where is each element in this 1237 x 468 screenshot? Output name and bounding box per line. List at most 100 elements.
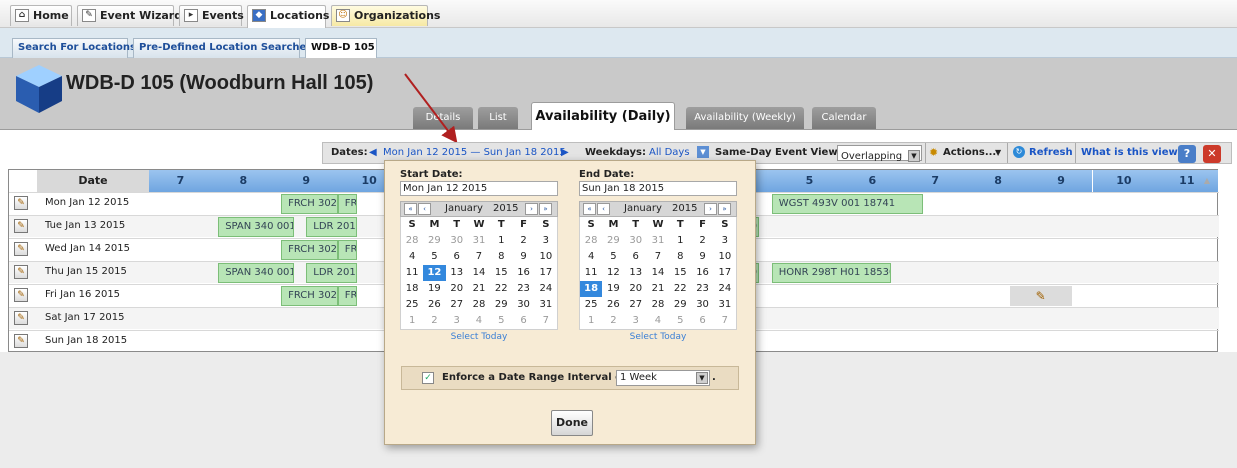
calendar-day[interactable]: 10 xyxy=(714,249,736,265)
enforce-interval-checkbox[interactable]: ✓ xyxy=(422,372,434,384)
calendar-day[interactable]: 5 xyxy=(602,249,624,265)
calendar-day[interactable]: 14 xyxy=(647,265,669,281)
calendar-day[interactable]: 31 xyxy=(714,297,736,313)
calendar-day[interactable]: 8 xyxy=(490,249,512,265)
prev-year-icon[interactable]: « xyxy=(583,203,596,215)
calendar-day[interactable]: 22 xyxy=(490,281,512,297)
calendar-day[interactable]: 1 xyxy=(580,313,602,329)
edit-icon[interactable]: ✎ xyxy=(14,242,28,256)
same-day-view-select[interactable]: Overlapping ▼ xyxy=(837,145,922,162)
edit-icon[interactable]: ✎ xyxy=(14,311,28,325)
calendar-day[interactable]: 5 xyxy=(669,313,691,329)
calendar-day[interactable]: 20 xyxy=(625,281,647,297)
next-year-icon[interactable]: » xyxy=(539,203,552,215)
calendar-day[interactable]: 6 xyxy=(512,313,534,329)
calendar-day[interactable]: 9 xyxy=(691,249,713,265)
calendar-day[interactable]: 7 xyxy=(714,313,736,329)
calendar-day[interactable]: 25 xyxy=(580,297,602,313)
end-date-input[interactable]: Sun Jan 18 2015 xyxy=(579,181,737,196)
calendar-day[interactable]: 29 xyxy=(423,233,445,249)
weekdays-select[interactable]: All Days xyxy=(649,147,690,158)
calendar-day[interactable]: 11 xyxy=(401,265,423,281)
calendar-day[interactable]: 22 xyxy=(669,281,691,297)
calendar-day[interactable]: 31 xyxy=(468,233,490,249)
calendar-day[interactable]: 15 xyxy=(669,265,691,281)
calendar-day[interactable]: 18 xyxy=(580,281,603,297)
calendar-day[interactable]: 26 xyxy=(602,297,624,313)
calendar-day[interactable]: 24 xyxy=(714,281,736,297)
calendar-day[interactable]: 4 xyxy=(647,313,669,329)
calendar-day[interactable]: 23 xyxy=(691,281,713,297)
calendar-day[interactable]: 11 xyxy=(580,265,602,281)
calendar-day[interactable]: 6 xyxy=(625,249,647,265)
subtab-current-location[interactable]: WDB-D 105 xyxy=(305,38,377,59)
calendar-day[interactable]: 2 xyxy=(512,233,534,249)
calendar-day[interactable]: 3 xyxy=(535,233,557,249)
calendar-day[interactable]: 17 xyxy=(535,265,557,281)
calendar-day[interactable]: 2 xyxy=(602,313,624,329)
next-month-icon[interactable]: › xyxy=(704,203,717,215)
tab-event-wizard[interactable]: ✎ Event Wizard xyxy=(77,5,182,26)
date-range-link[interactable]: Mon Jan 12 2015 — Sun Jan 18 2015 xyxy=(383,147,566,158)
calendar-day[interactable]: 14 xyxy=(468,265,490,281)
calendar-day[interactable]: 7 xyxy=(535,313,557,329)
view-tab-calendar[interactable]: Calendar xyxy=(812,107,876,129)
edit-icon[interactable]: ✎ xyxy=(14,196,28,210)
calendar-day[interactable]: 7 xyxy=(468,249,490,265)
calendar-day[interactable]: 2 xyxy=(691,233,713,249)
event-block[interactable]: SPAN 340 001 xyxy=(218,217,294,237)
calendar-day[interactable]: 10 xyxy=(535,249,557,265)
help-icon[interactable]: ? xyxy=(1178,145,1196,163)
calendar-day[interactable]: 30 xyxy=(625,233,647,249)
actions-menu[interactable]: Actions... xyxy=(943,147,996,158)
done-button[interactable]: Done xyxy=(551,410,593,436)
calendar-day[interactable]: 30 xyxy=(691,297,713,313)
event-block[interactable]: FRCH 302 xyxy=(281,286,338,306)
next-dates-icon[interactable]: ▶ xyxy=(561,147,569,158)
start-date-input[interactable]: Mon Jan 12 2015 xyxy=(400,181,558,196)
calendar-day[interactable]: 24 xyxy=(535,281,557,297)
calendar-day[interactable]: 19 xyxy=(602,281,624,297)
calendar-day[interactable]: 9 xyxy=(512,249,534,265)
calendar-day[interactable]: 15 xyxy=(490,265,512,281)
calendar-day[interactable]: 4 xyxy=(401,249,423,265)
calendar-day[interactable]: 12 xyxy=(602,265,624,281)
refresh-button[interactable]: Refresh xyxy=(1029,147,1073,158)
calendar-day[interactable]: 31 xyxy=(647,233,669,249)
calendar-day[interactable]: 16 xyxy=(691,265,713,281)
event-block[interactable]: LDR 201 xyxy=(306,263,357,283)
event-block[interactable]: SPAN 340 001 xyxy=(218,263,294,283)
event-block[interactable]: FRCH 302 xyxy=(337,194,357,214)
calendar-day[interactable]: 28 xyxy=(401,233,423,249)
start-select-today-link[interactable]: Select Today xyxy=(400,332,558,342)
interval-select[interactable]: 1 Week ▼ xyxy=(616,370,710,386)
subtab-predefined-location-searches[interactable]: Pre-Defined Location Searches xyxy=(133,38,312,58)
tab-home[interactable]: ⌂ Home xyxy=(10,5,72,26)
calendar-day[interactable]: 28 xyxy=(580,233,602,249)
scrollbar-up-icon[interactable]: ▲ xyxy=(1201,170,1213,192)
calendar-day[interactable]: 6 xyxy=(446,249,468,265)
event-block[interactable]: FRCH 302 xyxy=(281,194,338,214)
calendar-day[interactable]: 28 xyxy=(468,297,490,313)
calendar-day[interactable]: 13 xyxy=(625,265,647,281)
next-year-icon[interactable]: » xyxy=(718,203,731,215)
prev-month-icon[interactable]: ‹ xyxy=(597,203,610,215)
tab-organizations[interactable]: ☺ Organizations xyxy=(331,5,440,26)
event-block[interactable]: FRCH 302 xyxy=(281,240,338,260)
calendar-day[interactable]: 2 xyxy=(423,313,445,329)
calendar-day[interactable]: 3 xyxy=(714,233,736,249)
calendar-day[interactable]: 1 xyxy=(490,233,512,249)
event-block[interactable]: LDR 201 xyxy=(306,217,357,237)
calendar-day[interactable]: 29 xyxy=(669,297,691,313)
view-tab-availability-weekly[interactable]: Availability (Weekly) xyxy=(686,107,804,129)
calendar-day[interactable]: 13 xyxy=(446,265,468,281)
tab-events[interactable]: ▸ Events xyxy=(179,5,244,26)
prev-dates-icon[interactable]: ◀ xyxy=(369,147,377,158)
edit-icon[interactable]: ✎ xyxy=(14,334,28,348)
edit-icon[interactable]: ✎ xyxy=(14,219,28,233)
calendar-day[interactable]: 5 xyxy=(490,313,512,329)
close-icon[interactable]: ✕ xyxy=(1203,145,1221,163)
edit-icon[interactable]: ✎ xyxy=(14,265,28,279)
calendar-day[interactable]: 27 xyxy=(446,297,468,313)
calendar-day[interactable]: 8 xyxy=(669,249,691,265)
